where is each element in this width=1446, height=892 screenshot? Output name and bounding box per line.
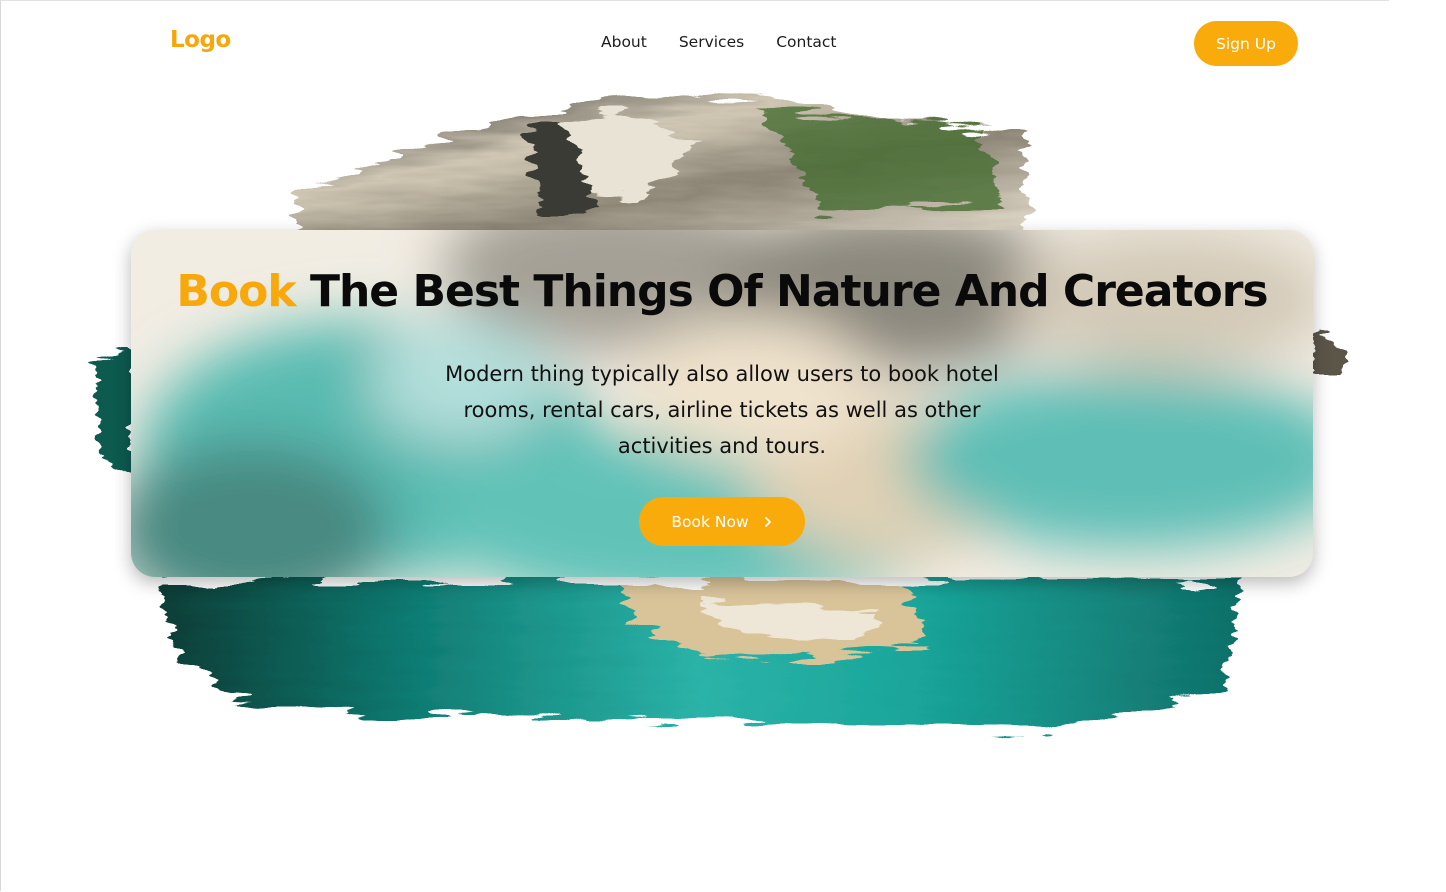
headline-rest: The Best Things Of Nature And Creators [309, 266, 1269, 317]
nav-link-contact[interactable]: Contact [776, 33, 836, 51]
book-now-button[interactable]: Book Now [639, 497, 805, 546]
hero-headline: Book The Best Things Of Nature And Creat… [131, 266, 1313, 317]
hero-card: Book The Best Things Of Nature And Creat… [131, 230, 1313, 577]
page: Logo About Services Contact Sign Up Book… [0, 0, 1389, 891]
nav-link-about[interactable]: About [601, 33, 647, 51]
headline-accent: Book [176, 266, 296, 317]
chevron-right-icon [764, 516, 771, 527]
hero-description: Modern thing typically also allow users … [445, 362, 999, 458]
book-now-label: Book Now [671, 512, 749, 531]
logo[interactable]: Logo [170, 27, 231, 53]
main-nav: About Services Contact [601, 33, 837, 51]
sign-up-button[interactable]: Sign Up [1194, 21, 1298, 66]
nav-link-services[interactable]: Services [679, 33, 744, 51]
hero-content: Book The Best Things Of Nature And Creat… [131, 230, 1313, 577]
